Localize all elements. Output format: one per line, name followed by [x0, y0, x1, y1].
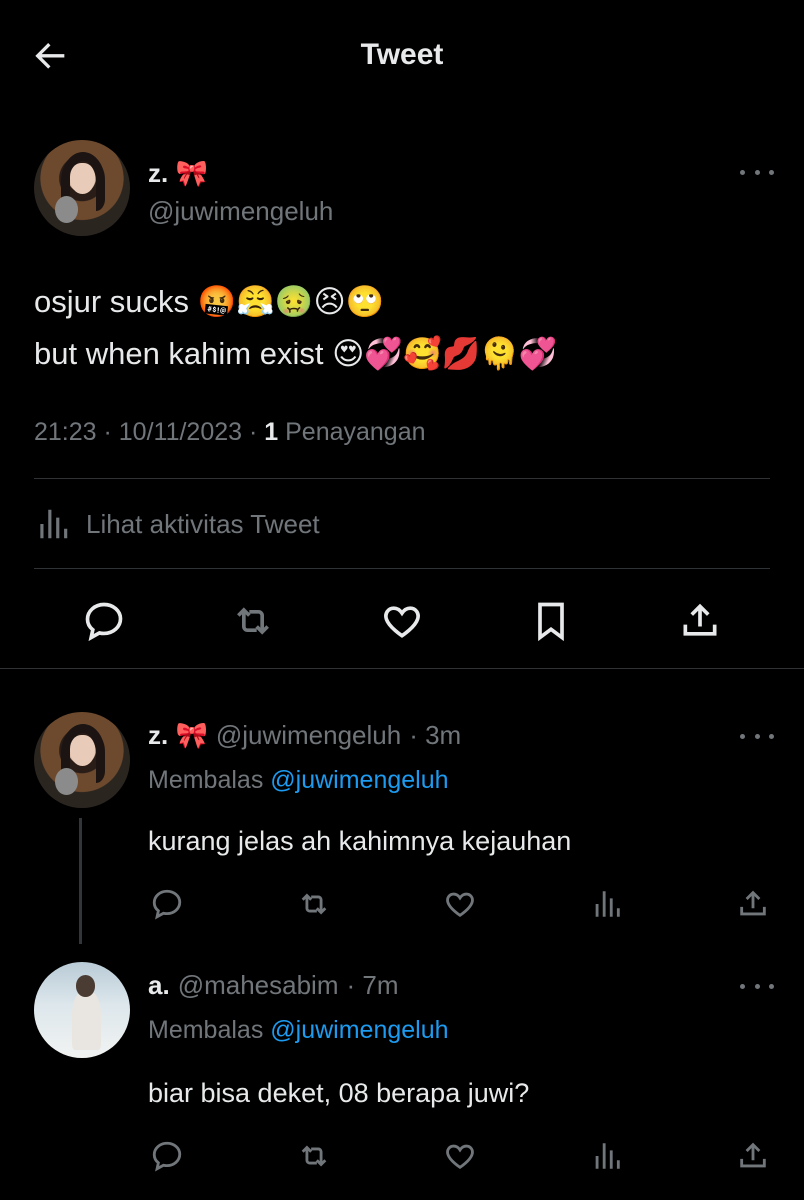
views-label: Penayangan [278, 418, 426, 446]
author-display-name[interactable]: z. 🎀 [148, 158, 208, 189]
reply-text: kurang jelas ah kahimnya kejauhan [148, 826, 572, 856]
share-button[interactable] [736, 887, 770, 921]
avatar[interactable] [34, 140, 130, 236]
replying-prefix: Membalas [148, 766, 271, 794]
tweet-detail-page: Tweet z. 🎀 @juwimengeluh osjur sucks 🤬😤🤢… [0, 0, 804, 1200]
analytics-button[interactable] [590, 1139, 624, 1173]
reply-icon [152, 889, 182, 920]
thread-connector [79, 818, 82, 944]
tweet-timestamp[interactable]: 21:23 · 10/11/2023 · [34, 418, 264, 446]
share-button[interactable] [678, 599, 722, 643]
share-button[interactable] [736, 1139, 770, 1173]
top-bar: Tweet [0, 0, 804, 110]
replying-mention[interactable]: @juwimengeluh [270, 766, 448, 794]
divider [34, 568, 770, 569]
like-button[interactable] [443, 887, 477, 921]
divider [0, 668, 804, 669]
analytics-button[interactable] [590, 887, 624, 921]
retweet-icon [237, 607, 269, 635]
retweet-icon [301, 893, 326, 915]
reply-author-line: a. @mahesabim · 7m [148, 970, 398, 1001]
reply-handle[interactable]: @mahesabim [178, 970, 339, 1001]
analytics-icon [40, 509, 68, 539]
author-handle[interactable]: @juwimengeluh [148, 196, 333, 227]
views-count: 1 [264, 418, 279, 446]
retweet-button[interactable] [231, 599, 275, 643]
bookmark-icon [538, 602, 564, 642]
reply-actions [150, 1138, 770, 1174]
retweet-button[interactable] [297, 887, 331, 921]
analytics-icon [595, 1143, 620, 1169]
tweet-activity-link[interactable]: Lihat aktivitas Tweet [34, 505, 320, 543]
divider [34, 478, 770, 479]
reply-icon [152, 1141, 182, 1172]
reply-text: biar bisa deket, 08 berapa juwi? [148, 1078, 530, 1108]
reply-avatar[interactable] [34, 962, 130, 1058]
reply-time[interactable]: · 3m [409, 720, 461, 751]
like-icon [384, 606, 420, 638]
activity-label: Lihat aktivitas Tweet [86, 508, 320, 539]
tweet-line-2: but when kahim exist 😍💞🥰💋🫠💞 [34, 336, 558, 371]
reply-time[interactable]: · 7m [346, 970, 398, 1001]
like-icon [446, 892, 474, 918]
analytics-icon [595, 891, 620, 917]
replying-prefix: Membalas [148, 1016, 271, 1044]
reply-more-button[interactable] [740, 726, 774, 746]
reply-actions [150, 886, 770, 922]
share-icon [683, 603, 717, 636]
reply-author-line: z. 🎀 @juwimengeluh · 3m [148, 720, 461, 751]
replying-to: Membalas @juwimengeluh [148, 1016, 449, 1045]
reply-display-name[interactable]: z. 🎀 [148, 720, 208, 751]
reply-avatar[interactable] [34, 712, 130, 808]
like-button[interactable] [443, 1139, 477, 1173]
reply-handle[interactable]: @juwimengeluh [216, 720, 401, 751]
bookmark-button[interactable] [529, 599, 573, 643]
reply-more-button[interactable] [740, 976, 774, 996]
reply-button[interactable] [82, 599, 126, 643]
share-icon [740, 1142, 766, 1168]
tweet-line-1: osjur sucks 🤬😤🤢😣🙄 [34, 284, 385, 319]
reply-icon [85, 602, 123, 642]
tweet-text: osjur sucks 🤬😤🤢😣🙄 but when kahim exist 😍… [34, 276, 557, 380]
replying-to: Membalas @juwimengeluh [148, 766, 449, 795]
reply-button[interactable] [150, 887, 184, 921]
like-button[interactable] [380, 599, 424, 643]
retweet-icon [301, 1145, 326, 1167]
like-icon [446, 1144, 474, 1170]
reply-display-name[interactable]: a. [148, 970, 170, 1001]
share-icon [740, 890, 766, 916]
retweet-button[interactable] [297, 1139, 331, 1173]
page-title: Tweet [360, 38, 444, 71]
more-button[interactable] [740, 162, 774, 182]
reply-button[interactable] [150, 1139, 184, 1173]
replying-mention[interactable]: @juwimengeluh [270, 1016, 448, 1044]
tweet-meta: 21:23 · 10/11/2023 · 1 Penayangan [34, 418, 426, 447]
tweet-actions [82, 598, 722, 644]
author-name-line: z. 🎀 [148, 158, 208, 189]
